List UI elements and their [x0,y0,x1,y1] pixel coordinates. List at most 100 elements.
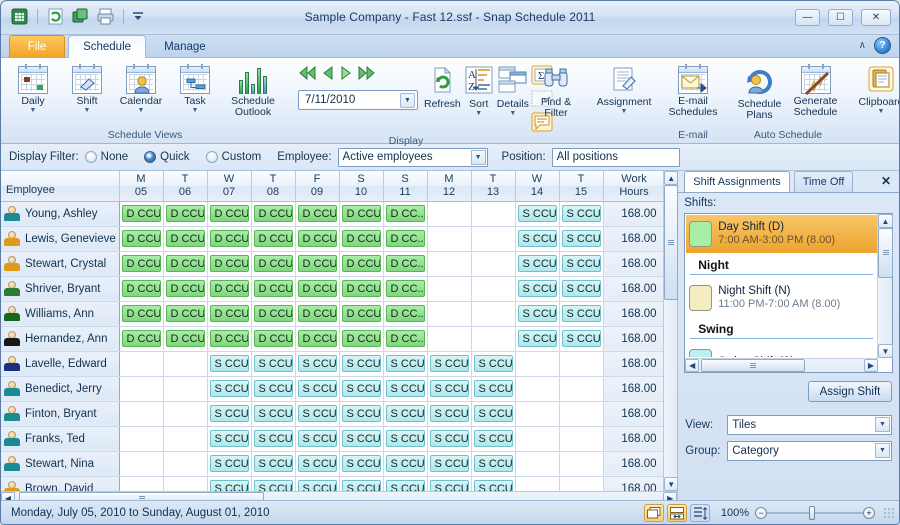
shift-view-caret[interactable]: ▼ [84,107,91,114]
shift-cell[interactable] [515,401,560,427]
shift-cell[interactable]: S CCU [251,451,296,477]
shift-cell[interactable]: S CCU [515,226,560,252]
shift-cell[interactable]: D CCU [295,251,340,277]
shift-cell[interactable] [163,351,208,377]
shift-cell[interactable]: D CC... [383,251,428,277]
shift-block[interactable]: D CCU [253,330,293,347]
tile-horizontal-button[interactable] [666,503,687,522]
clipboard-caret[interactable]: ▼ [878,108,885,115]
employee-name-cell[interactable]: Shriver, Bryant [1,276,120,302]
panel-tab-shift-assignments[interactable]: Shift Assignments [684,171,790,192]
shift-block[interactable]: D CCU [121,305,161,322]
shift-block[interactable]: D CCU [341,330,381,347]
shift-list-scroll-up-button[interactable]: ▲ [878,214,893,228]
shift-block[interactable]: S CCU [385,405,425,422]
shift-cell[interactable]: S CCU [427,351,472,377]
shift-block[interactable]: S CCU [517,330,557,347]
row-height-button[interactable] [689,503,710,522]
calendar-view-caret[interactable]: ▼ [138,107,145,114]
shift-cell[interactable]: S CCU [515,276,560,302]
shift-block[interactable]: D CCU [341,205,381,222]
shift-cell[interactable] [471,326,516,352]
shift-block[interactable]: D CCU [121,330,161,347]
shift-cell[interactable]: S CCU [383,426,428,452]
shift-cell[interactable]: D CCU [163,251,208,277]
employee-filter-combo[interactable]: Active employees ▼ [337,147,488,167]
shift-cell[interactable] [515,451,560,477]
shift-block[interactable]: D CCU [209,280,249,297]
shift-cell[interactable]: D CCU [295,201,340,227]
shift-cell[interactable]: D CCU [251,301,296,327]
cascade-windows-button[interactable] [643,503,664,522]
shift-cell[interactable]: D CCU [207,201,252,227]
shift-cell[interactable] [163,376,208,402]
shift-block[interactable]: S CCU [253,405,293,422]
shift-cell[interactable] [163,401,208,427]
employee-name-cell[interactable]: Stewart, Nina [1,451,120,477]
shift-cell[interactable]: S CCU [207,351,252,377]
refresh-button[interactable]: Refresh [422,63,463,113]
generate-schedule-button[interactable]: Generate Schedule [787,63,844,121]
shift-block[interactable]: D CCU [121,255,161,272]
employee-name-cell[interactable]: Lavelle, Edward [1,351,120,377]
shift-cell[interactable]: D CCU [119,326,164,352]
shift-block[interactable]: S CCU [561,230,601,247]
shift-block[interactable]: D CCU [121,205,161,222]
shift-cell[interactable]: D CCU [163,201,208,227]
group-combo[interactable]: Category ▼ [727,441,892,461]
shift-block[interactable]: S CCU [209,355,249,372]
header-day-1[interactable]: T 06 [163,171,208,202]
shift-block[interactable]: S CCU [341,405,381,422]
calendar-view-button[interactable]: Calendar ▼ [114,63,168,117]
shift-cell[interactable] [163,451,208,477]
shift-cell[interactable]: D CCU [163,326,208,352]
shift-block[interactable]: S CCU [209,405,249,422]
shift-block[interactable]: D CCU [121,230,161,247]
shift-cell[interactable]: D CCU [119,201,164,227]
table-row[interactable]: Lavelle, Edward S CCU S CCU S CCU S CCU S CCU… [1,351,666,377]
shift-block[interactable]: S CCU [517,305,557,322]
shift-block[interactable]: S CCU [561,280,601,297]
shift-cell[interactable]: D CCU [163,276,208,302]
details-caret[interactable]: ▼ [509,110,516,117]
shift-block[interactable]: D CC... [385,330,425,347]
employee-filter-dropdown-icon[interactable]: ▼ [470,149,486,165]
shift-cell[interactable]: D CCU [163,301,208,327]
schedule-outlook-button[interactable]: Schedule Outlook [222,63,284,121]
shift-cell[interactable]: S CCU [251,376,296,402]
previous-page-icon[interactable] [321,65,335,84]
shift-list-horizontal-scroll-thumb[interactable] [701,359,806,372]
shift-block[interactable]: D CCU [121,280,161,297]
shift-cell[interactable]: S CCU [471,451,516,477]
shift-cell[interactable]: D CCU [251,251,296,277]
shift-cell[interactable]: S CCU [427,401,472,427]
shift-cell[interactable] [471,251,516,277]
shift-block[interactable]: D CCU [165,255,205,272]
shift-cell[interactable]: S CCU [383,351,428,377]
shift-cell[interactable]: D CCU [251,326,296,352]
shift-cell[interactable] [427,276,472,302]
shift-cell[interactable]: D CCU [119,276,164,302]
shift-list-horizontal-scrollbar[interactable]: ◀ ▶ [685,358,878,372]
shift-cell[interactable]: S CCU [295,426,340,452]
shift-cell[interactable]: D CC... [383,326,428,352]
last-page-icon[interactable] [357,65,376,84]
shift-block[interactable]: S CCU [385,455,425,472]
shift-block[interactable]: S CCU [429,355,469,372]
shift-cell[interactable]: D CCU [207,276,252,302]
table-row[interactable]: Stewart, Nina S CCU S CCU S CCU S CCU S CCU S … [1,451,666,477]
shift-block[interactable]: S CCU [517,280,557,297]
shift-block[interactable]: D CCU [165,330,205,347]
first-page-icon[interactable] [298,65,317,84]
shift-cell[interactable]: S CCU [515,326,560,352]
shift-list-item[interactable]: Night Shift (N) 11:00 PM-7:00 AM (8.00) [686,279,877,317]
table-row[interactable]: Benedict, Jerry S CCU S CCU S CCU S CCU S CCU… [1,376,666,402]
shift-cell[interactable]: D CCU [163,226,208,252]
email-schedules-button[interactable]: E-mail Schedules [664,63,722,121]
shift-cell[interactable]: D CCU [119,301,164,327]
shift-cell[interactable] [559,351,604,377]
zoom-slider[interactable]: − + [755,505,875,520]
shift-block[interactable]: S CCU [429,380,469,397]
zoom-slider-thumb[interactable] [809,505,815,520]
shift-cell[interactable] [163,426,208,452]
